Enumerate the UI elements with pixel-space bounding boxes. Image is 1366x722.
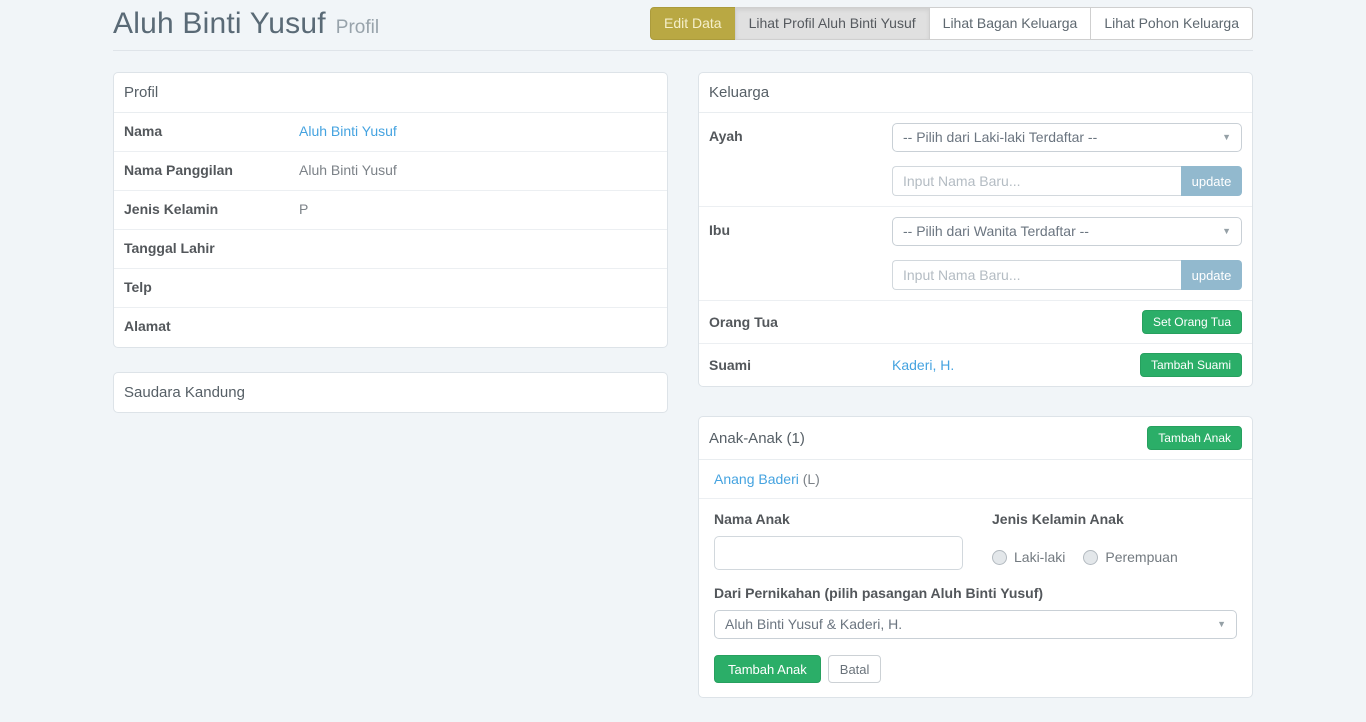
anak-form-actions: Tambah Anak Batal xyxy=(714,655,1237,683)
dari-pernikahan-select-value: Aluh Binti Yusuf & Kaderi, H. xyxy=(725,616,902,632)
ibu-field: -- Pilih dari Wanita Terdaftar -- ▼ upda… xyxy=(892,217,1242,290)
table-row: Alamat xyxy=(114,308,667,347)
content: Profil Nama Aluh Binti Yusuf Nama Panggi… xyxy=(113,72,1253,722)
nama-anak-label: Nama Anak xyxy=(714,511,963,527)
radio-laki-laki[interactable]: Laki-laki xyxy=(992,549,1065,565)
profil-panel: Profil Nama Aluh Binti Yusuf Nama Panggi… xyxy=(113,72,668,348)
batal-button[interactable]: Batal xyxy=(828,655,882,683)
ibu-nama-baru-input[interactable] xyxy=(892,260,1181,290)
suami-link[interactable]: Kaderi, H. xyxy=(892,357,954,373)
chevron-down-icon: ▼ xyxy=(1222,218,1231,245)
title-wrap: Aluh Binti Yusuf Profil xyxy=(113,7,379,41)
jenis-kelamin-anak-group: Jenis Kelamin Anak Laki-laki Perempuan xyxy=(963,511,1237,570)
anak-form-top-row: Nama Anak Jenis Kelamin Anak Laki-laki xyxy=(714,511,1237,570)
ayah-field: -- Pilih dari Laki-laki Terdaftar -- ▼ u… xyxy=(892,123,1242,196)
ibu-update-button[interactable]: update xyxy=(1181,260,1242,290)
child-list-item: Anang Baderi (L) xyxy=(699,460,1252,499)
orang-tua-row: Orang Tua Set Orang Tua xyxy=(699,301,1252,344)
table-row: Nama Panggilan Aluh Binti Yusuf xyxy=(114,152,667,191)
tambah-anak-submit-button[interactable]: Tambah Anak xyxy=(714,655,821,683)
tambah-suami-button[interactable]: Tambah Suami xyxy=(1140,353,1242,377)
ayah-select-value: -- Pilih dari Laki-laki Terdaftar -- xyxy=(903,129,1097,145)
tab-lihat-bagan-keluarga[interactable]: Lihat Bagan Keluarga xyxy=(929,7,1092,40)
table-row: Tanggal Lahir xyxy=(114,230,667,269)
chevron-down-icon: ▼ xyxy=(1217,611,1226,638)
keluarga-panel-title: Keluarga xyxy=(699,73,1252,113)
row-label: Alamat xyxy=(124,318,299,337)
row-label: Tanggal Lahir xyxy=(124,240,299,258)
keluarga-panel: Keluarga Ayah -- Pilih dari Laki-laki Te… xyxy=(698,72,1253,387)
row-label: Nama xyxy=(124,123,299,141)
ayah-select[interactable]: -- Pilih dari Laki-laki Terdaftar -- ▼ xyxy=(892,123,1242,152)
suami-row: Suami Kaderi, H. Tambah Suami xyxy=(699,344,1252,386)
ayah-input-group: update xyxy=(892,166,1242,196)
ibu-select-value: -- Pilih dari Wanita Terdaftar -- xyxy=(903,223,1089,239)
radio-circle-icon xyxy=(992,550,1007,565)
set-orang-tua-button[interactable]: Set Orang Tua xyxy=(1142,310,1242,334)
anak-anak-header: Anak-Anak (1) Tambah Anak xyxy=(699,417,1252,460)
nama-link[interactable]: Aluh Binti Yusuf xyxy=(299,123,397,141)
page-subtitle: Profil xyxy=(336,17,379,39)
saudara-kandung-panel: Saudara Kandung xyxy=(113,372,668,413)
anak-anak-title: Anak-Anak (1) xyxy=(709,430,805,447)
radio-laki-laki-label: Laki-laki xyxy=(1014,549,1065,565)
ibu-select[interactable]: -- Pilih dari Wanita Terdaftar -- ▼ xyxy=(892,217,1242,246)
table-row: Telp xyxy=(114,269,667,308)
orang-tua-label: Orang Tua xyxy=(709,314,892,330)
table-row: Nama Aluh Binti Yusuf xyxy=(114,113,667,152)
ayah-nama-baru-input[interactable] xyxy=(892,166,1181,196)
tab-lihat-profil[interactable]: Lihat Profil Aluh Binti Yusuf xyxy=(735,7,930,40)
dari-pernikahan-label: Dari Pernikahan (pilih pasangan Aluh Bin… xyxy=(714,585,1237,601)
tambah-anak-header-button[interactable]: Tambah Anak xyxy=(1147,426,1242,450)
ibu-input-group: update xyxy=(892,260,1242,290)
profil-panel-title: Profil xyxy=(114,73,667,113)
row-value: Aluh Binti Yusuf xyxy=(299,162,397,180)
anak-anak-panel: Anak-Anak (1) Tambah Anak Anang Baderi (… xyxy=(698,416,1253,698)
row-label: Jenis Kelamin xyxy=(124,201,299,219)
ayah-update-button[interactable]: update xyxy=(1181,166,1242,196)
ibu-label: Ibu xyxy=(709,217,892,290)
dari-pernikahan-select[interactable]: Aluh Binti Yusuf & Kaderi, H. ▼ xyxy=(714,610,1237,639)
jenis-kelamin-anak-label: Jenis Kelamin Anak xyxy=(992,511,1237,527)
page-title: Aluh Binti Yusuf xyxy=(113,7,326,41)
header-divider xyxy=(113,50,1253,51)
table-row: Jenis Kelamin P xyxy=(114,191,667,230)
gender-radio-row: Laki-laki Perempuan xyxy=(992,549,1237,565)
page-container: Aluh Binti Yusuf Profil Edit Data Lihat … xyxy=(113,0,1253,722)
radio-circle-icon xyxy=(1083,550,1098,565)
anak-form: Nama Anak Jenis Kelamin Anak Laki-laki xyxy=(699,499,1252,697)
saudara-kandung-title: Saudara Kandung xyxy=(114,373,667,412)
left-column: Profil Nama Aluh Binti Yusuf Nama Panggi… xyxy=(113,72,668,722)
radio-perempuan[interactable]: Perempuan xyxy=(1083,549,1177,565)
row-label: Telp xyxy=(124,279,299,297)
right-column: Keluarga Ayah -- Pilih dari Laki-laki Te… xyxy=(698,72,1253,722)
chevron-down-icon: ▼ xyxy=(1222,124,1231,151)
nama-anak-input[interactable] xyxy=(714,536,963,570)
page-header: Aluh Binti Yusuf Profil Edit Data Lihat … xyxy=(113,0,1253,41)
child-gender-suffix: (L) xyxy=(799,471,820,487)
tab-edit-data[interactable]: Edit Data xyxy=(650,7,736,40)
ibu-row: Ibu -- Pilih dari Wanita Terdaftar -- ▼ … xyxy=(699,207,1252,301)
view-button-group: Edit Data Lihat Profil Aluh Binti Yusuf … xyxy=(650,7,1253,40)
ayah-label: Ayah xyxy=(709,123,892,196)
row-label: Nama Panggilan xyxy=(124,162,299,180)
nama-anak-group: Nama Anak xyxy=(714,511,963,570)
tab-lihat-pohon-keluarga[interactable]: Lihat Pohon Keluarga xyxy=(1090,7,1253,40)
suami-label: Suami xyxy=(709,357,892,373)
child-link[interactable]: Anang Baderi xyxy=(714,471,799,487)
ayah-row: Ayah -- Pilih dari Laki-laki Terdaftar -… xyxy=(699,113,1252,207)
row-value: P xyxy=(299,201,308,219)
radio-perempuan-label: Perempuan xyxy=(1105,549,1177,565)
